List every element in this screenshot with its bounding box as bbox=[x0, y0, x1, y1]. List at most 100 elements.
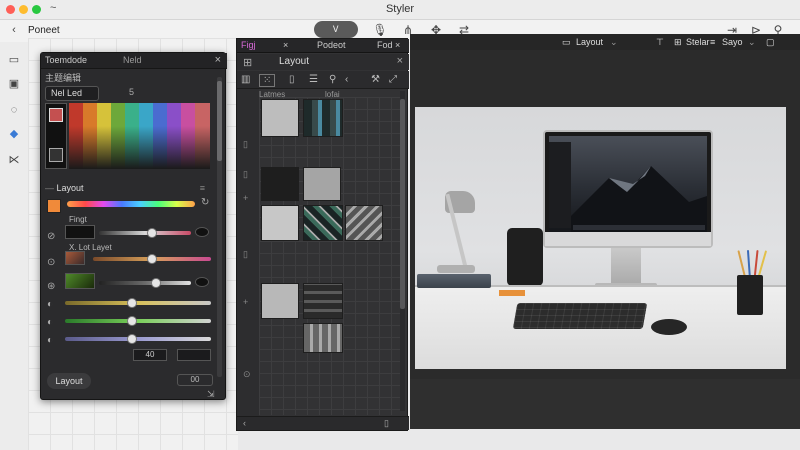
hue-swatch-column[interactable] bbox=[83, 103, 98, 169]
viewer-label-sayo[interactable]: Sayo bbox=[722, 37, 743, 47]
rail-icon-3[interactable]: ▯ bbox=[243, 249, 248, 260]
layer-thumbnail[interactable] bbox=[261, 99, 299, 137]
resize-icon[interactable]: ⇲ bbox=[207, 389, 215, 400]
color-swatch-grid[interactable] bbox=[45, 103, 210, 169]
action-button-b[interactable] bbox=[177, 349, 211, 361]
hue-swatch-column[interactable] bbox=[195, 103, 210, 169]
microphone-icon[interactable]: 🎙 bbox=[372, 22, 388, 38]
layer-thumbnail[interactable] bbox=[261, 283, 299, 319]
viewer-layout-chevron-icon[interactable]: ⌄ bbox=[610, 37, 618, 48]
hue-swatch-column[interactable] bbox=[125, 103, 140, 169]
expand-icon[interactable]: ⤢ bbox=[389, 74, 397, 85]
layers-scrollbar[interactable] bbox=[400, 91, 405, 411]
tone-slider-1[interactable] bbox=[65, 301, 211, 305]
layer-thumbnail[interactable] bbox=[345, 205, 383, 241]
viewer-layout-label[interactable]: Layout bbox=[576, 37, 603, 47]
hue-swatch-column[interactable] bbox=[153, 103, 168, 169]
hue-swatch-column[interactable] bbox=[181, 103, 196, 169]
share-icon[interactable]: ⋉ bbox=[5, 152, 23, 168]
panel-scrollbar[interactable] bbox=[217, 77, 222, 377]
back-icon[interactable]: ‹ bbox=[5, 22, 23, 38]
rail-icon-2[interactable]: ▯ bbox=[243, 169, 248, 180]
panel-icon[interactable]: ▭ bbox=[5, 52, 23, 68]
layout-button[interactable]: Layout bbox=[47, 373, 91, 389]
layer-thumbnail[interactable] bbox=[303, 167, 341, 201]
accent-swatch[interactable] bbox=[47, 199, 61, 213]
tab-close-icon-2[interactable]: × bbox=[395, 40, 400, 50]
tools-icon[interactable]: ⚒ bbox=[371, 74, 380, 85]
layers-menu-icon[interactable]: ⊞ bbox=[243, 56, 252, 69]
layer-icon[interactable]: ⊙ bbox=[47, 257, 55, 268]
layer-thumbnail[interactable] bbox=[303, 205, 343, 241]
background-swatch[interactable] bbox=[49, 148, 63, 162]
slider-knob[interactable] bbox=[127, 334, 138, 344]
slider-knob[interactable] bbox=[151, 278, 162, 288]
foreground-swatch[interactable] bbox=[49, 108, 63, 122]
bulb-icon[interactable]: ◌ bbox=[5, 102, 23, 118]
view-toggle-icon[interactable]: ▥ bbox=[241, 74, 250, 85]
search-icon[interactable]: ⚲ bbox=[329, 74, 336, 85]
tab-fod[interactable]: Fod bbox=[377, 40, 393, 50]
layer-thumbnail[interactable] bbox=[303, 99, 343, 137]
tab-figj[interactable]: Figj bbox=[241, 40, 256, 50]
hue-swatch-column[interactable] bbox=[97, 103, 112, 169]
close-panel-icon[interactable]: × bbox=[215, 54, 221, 66]
slider-knob[interactable] bbox=[127, 298, 138, 308]
tone-icon-1[interactable]: ◐ bbox=[47, 299, 53, 310]
tag-icon[interactable]: ◆ bbox=[5, 126, 23, 142]
layout-value-field[interactable]: 00 bbox=[177, 374, 213, 386]
viewer-pin-icon[interactable]: ⊤ bbox=[656, 37, 664, 48]
viewer-chevron-icon[interactable]: ⌄ bbox=[748, 37, 756, 48]
slider-knob[interactable] bbox=[147, 228, 158, 238]
blend-icon[interactable]: ⊛ bbox=[47, 281, 55, 292]
section-menu-icon[interactable]: ≡ bbox=[200, 183, 205, 193]
contrast-slider[interactable] bbox=[99, 281, 191, 285]
tab-close-icon[interactable]: × bbox=[283, 40, 288, 50]
tab-neld[interactable]: Neld bbox=[123, 55, 142, 65]
slider-knob[interactable] bbox=[147, 254, 157, 264]
layers-close-icon[interactable]: × bbox=[397, 55, 403, 67]
hue-swatch-column[interactable] bbox=[139, 103, 154, 169]
center-mode-button[interactable]: Ꮩ bbox=[314, 21, 358, 38]
layer-thumbnail[interactable] bbox=[261, 167, 299, 201]
reset-icon[interactable]: ↻ bbox=[201, 197, 209, 208]
layer-thumbnail[interactable] bbox=[303, 323, 343, 353]
rail-add-icon[interactable]: + bbox=[243, 193, 248, 203]
viewer-label-stelar[interactable]: Stelar bbox=[686, 37, 710, 47]
action-button-a[interactable]: 40 bbox=[133, 349, 167, 361]
columns-icon[interactable]: ▯ bbox=[289, 74, 295, 85]
collapse-icon[interactable]: ‹ bbox=[345, 74, 348, 85]
tone-icon-3[interactable]: ◐ bbox=[47, 335, 53, 346]
footer-collapse-icon[interactable]: ‹ bbox=[243, 418, 246, 428]
image-icon[interactable]: ▣ bbox=[5, 76, 23, 92]
slider-knob[interactable] bbox=[127, 316, 138, 326]
tab-podeot[interactable]: Podeot bbox=[317, 40, 346, 50]
imac-stand bbox=[611, 248, 641, 286]
rail-add-icon-2[interactable]: + bbox=[243, 297, 248, 307]
toggle-contrast[interactable] bbox=[195, 277, 209, 287]
viewer-grid-icon[interactable]: ⊞ bbox=[674, 37, 682, 48]
tone-slider-3[interactable] bbox=[65, 337, 211, 341]
tab-toemdode[interactable]: Toemdode bbox=[45, 55, 87, 65]
rail-lock-icon[interactable]: ⊙ bbox=[243, 369, 251, 380]
grid-view-icon[interactable]: ⁙ bbox=[259, 74, 276, 87]
hue-slider[interactable] bbox=[67, 201, 195, 207]
layer-thumbnail[interactable] bbox=[261, 205, 299, 241]
imac-display bbox=[543, 130, 713, 248]
eyedropper-icon[interactable]: ⊘ bbox=[47, 231, 55, 242]
rail-icon-1[interactable]: ▯ bbox=[243, 139, 248, 150]
hue-swatch-column[interactable] bbox=[111, 103, 126, 169]
footer-doc-icon[interactable]: ▯ bbox=[384, 418, 389, 429]
hue-swatch-column[interactable] bbox=[167, 103, 182, 169]
tone-icon-2[interactable]: ◐ bbox=[47, 317, 53, 328]
viewer-lines-icon[interactable]: ≡ bbox=[710, 37, 715, 47]
viewer-square-icon[interactable]: ▢ bbox=[766, 37, 775, 48]
viewer-layout-icon[interactable]: ▭ bbox=[562, 37, 571, 48]
dark-slider[interactable] bbox=[99, 231, 191, 235]
toggle-dark[interactable] bbox=[195, 227, 209, 237]
layer-thumbnail[interactable] bbox=[303, 283, 343, 319]
hue-swatch-column[interactable] bbox=[69, 103, 84, 169]
tone-slider-2[interactable] bbox=[65, 319, 211, 323]
preset-selector[interactable]: Nel Led bbox=[45, 86, 99, 101]
list-icon[interactable]: ☰ bbox=[309, 74, 318, 85]
